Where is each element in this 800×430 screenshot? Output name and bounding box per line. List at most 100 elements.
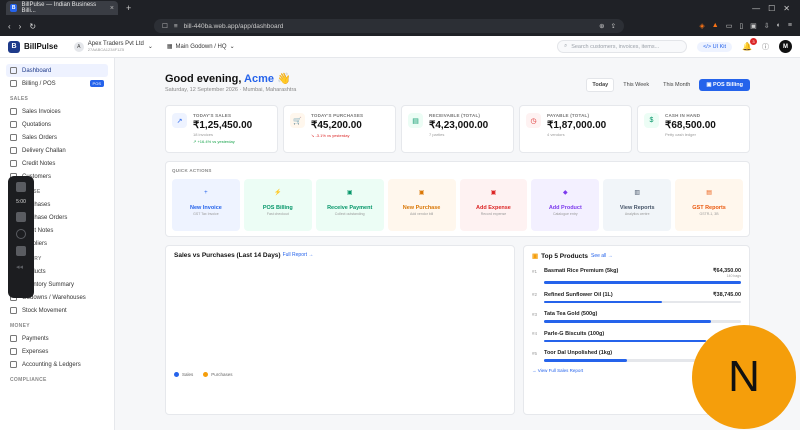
period-today[interactable]: Today: [586, 78, 615, 92]
legend-sales[interactable]: Sales: [174, 372, 193, 378]
sidebar-item-dashboard[interactable]: Dashboard: [6, 64, 108, 77]
quick-action-receive-payment[interactable]: ▣ Receive Payment Collect outstanding: [315, 179, 384, 231]
quick-actions-title: QUICK ACTIONS: [172, 168, 212, 173]
back-icon[interactable]: ‹: [8, 22, 11, 31]
quick-action-pos-billing[interactable]: ⚡ POS Billing Fast checkout: [243, 179, 312, 231]
period-selector: Today This Week This Month ▣ POS Billing: [586, 78, 750, 92]
pause-icon[interactable]: [16, 212, 26, 222]
menu-icon[interactable]: ≡: [788, 22, 792, 30]
product-row[interactable]: #3 Tata Tea Gold (500g): [532, 311, 741, 323]
trash-icon[interactable]: [16, 246, 26, 256]
stat-icon: ◷: [526, 113, 541, 128]
global-search[interactable]: ⌕ Search customers, invoices, items...: [557, 40, 688, 53]
help-icon[interactable]: ⓘ: [762, 42, 769, 52]
tab-bar: B BillPulse — Indian Business Billi... ×…: [0, 0, 800, 16]
chevron-down-icon: ⌄: [147, 44, 153, 50]
reload-icon[interactable]: ↻: [29, 22, 36, 31]
bookmark-list-icon[interactable]: ▯: [739, 22, 743, 30]
product-row[interactable]: #2 Refined Sunflower Oil (1L) ₹38,745.00: [532, 292, 741, 303]
quick-action-gst-reports[interactable]: ▤ GST Reports GSTR-1, 3B: [675, 179, 743, 231]
download-icon[interactable]: ⇩: [764, 22, 770, 30]
brave-rewards-icon[interactable]: ▲: [712, 22, 719, 30]
sidebar-toggle-icon[interactable]: ▭: [726, 22, 733, 30]
url-field[interactable]: ☐ ≡ bill-440ba.web.app/app/dashboard ⊕ ⇪: [154, 19, 625, 33]
wallet-icon[interactable]: ▣: [750, 22, 757, 30]
site-info-icon[interactable]: ≡: [174, 23, 178, 30]
bottom-row: Sales vs Purchases (Last 14 Days) Full R…: [165, 245, 750, 415]
sidebar-item-delivery-challan[interactable]: Delivery Challan: [6, 144, 108, 157]
company-switcher[interactable]: A Apex Traders Pvt Ltd 27AABCA1234F1Z5 ⌄: [73, 41, 153, 52]
quick-action-subtext: Analytics centre: [624, 212, 650, 216]
quick-action-new-purchase[interactable]: ▣ New Purchase Add vendor bill: [387, 179, 456, 231]
sidebar-item-quotations[interactable]: Quotations: [6, 118, 108, 131]
extension-icon[interactable]: ◐: [777, 22, 781, 30]
notifications-button[interactable]: 🔔 3: [742, 38, 757, 51]
sidebar-item-accounting-ledgers[interactable]: Accounting & Ledgers: [6, 358, 108, 371]
new-tab-button[interactable]: +: [122, 3, 131, 13]
sidebar-item-sales-invoices[interactable]: Sales Invoices: [6, 105, 108, 118]
user-avatar[interactable]: M: [779, 40, 792, 53]
sidebar-section-title: SALES: [10, 96, 29, 102]
stat-card[interactable]: $ CASH IN HAND ₹68,500.00 Petty cash ledger: [637, 105, 750, 153]
app-logo[interactable]: B BillPulse: [8, 40, 58, 53]
legend-purchases[interactable]: Purchases: [203, 372, 233, 378]
restart-icon[interactable]: [16, 229, 26, 239]
sidebar-item-expenses[interactable]: Expenses: [6, 345, 108, 358]
greeting-title: Good evening, Acme 👋: [165, 72, 296, 85]
collapse-icon[interactable]: ◂◂: [16, 263, 26, 273]
stat-body: TODAY'S PURCHASES ₹45,200.00 ↘ -3.1% vs ye…: [311, 113, 363, 145]
quick-actions-row: + New Invoice GST Tax Invoice ⚡ POS Billing F…: [172, 179, 743, 231]
close-window-icon[interactable]: ✕: [783, 4, 790, 13]
stat-value: ₹45,200.00: [311, 120, 362, 131]
ui-kit-button[interactable]: </> UI Kit: [697, 41, 733, 52]
browser-tab[interactable]: B BillPulse — Indian Business Billi... ×: [6, 1, 118, 15]
close-tab-icon[interactable]: ×: [110, 5, 114, 12]
product-rank: #5: [532, 350, 538, 356]
search-icon: ⌕: [564, 43, 568, 49]
product-line: #2 Refined Sunflower Oil (1L) ₹38,745.00: [532, 292, 741, 298]
quick-action-add-product[interactable]: ◆ Add Product Catalogue entry: [531, 179, 600, 231]
sidebar-item-label: Quotations: [22, 121, 52, 128]
product-row[interactable]: #1 Basmati Rice Premium (5kg) ₹64,350.00 14…: [532, 268, 741, 284]
minimize-icon[interactable]: —: [752, 4, 760, 13]
full-report-link[interactable]: Full Report →: [283, 252, 314, 259]
quick-action-icon: ◆: [563, 190, 568, 196]
stop-record-icon[interactable]: [16, 182, 26, 192]
stat-card[interactable]: ↗ TODAY'S SALES ₹1,25,450.00 18 invoices ↗ +…: [165, 105, 278, 153]
stat-trend: ↘ -3.1% vs yesterday: [311, 133, 350, 138]
period-month[interactable]: This Month: [658, 79, 695, 91]
bookmark-icon[interactable]: ☐: [162, 22, 168, 30]
sidebar-item-sales-orders[interactable]: Sales Orders: [6, 131, 108, 144]
stat-label: TODAY'S SALES: [193, 113, 232, 118]
search-input[interactable]: Search customers, invoices, items...: [571, 44, 659, 50]
quick-action-label: POS Billing: [262, 205, 293, 211]
quick-action-icon: ▥: [634, 190, 641, 196]
godown-selector[interactable]: ▦ Main Godown / HQ ⌄: [167, 43, 235, 51]
logo-icon: B: [8, 40, 20, 53]
pos-badge: POS: [89, 80, 104, 87]
quick-action-new-invoice[interactable]: + New Invoice GST Tax Invoice: [172, 179, 240, 231]
sidebar-item-billing-pos[interactable]: Billing / POS POS: [6, 77, 108, 90]
sidebar-item-stock-movement[interactable]: Stock Movement: [6, 304, 108, 317]
stat-value: ₹4,23,000.00: [429, 120, 489, 131]
maximize-icon[interactable]: ☐: [768, 4, 775, 13]
product-line: #3 Tata Tea Gold (500g): [532, 311, 741, 317]
quick-action-add-expense[interactable]: ▣ Add Expense Record expense: [459, 179, 528, 231]
zoom-icon[interactable]: ⊕: [599, 22, 604, 30]
forward-icon[interactable]: ›: [19, 22, 22, 31]
stat-card[interactable]: ▤ RECEIVABLE (TOTAL) ₹4,23,000.00 7 parties: [401, 105, 514, 153]
stat-card[interactable]: 🛒 TODAY'S PURCHASES ₹45,200.00 ↘ -3.1% vs y…: [283, 105, 396, 153]
sidebar-item-credit-notes[interactable]: Credit Notes: [6, 157, 108, 170]
quick-action-subtext: GSTR-1, 3B: [699, 212, 719, 216]
see-all-link[interactable]: See all →: [591, 253, 613, 259]
app-window: B BillPulse A Apex Traders Pvt Ltd 27AAB…: [0, 36, 800, 430]
period-week[interactable]: This Week: [618, 79, 654, 91]
recorder-toolbar: 5:00 ◂◂: [8, 176, 34, 298]
brave-shield-icon[interactable]: ◈: [699, 22, 704, 30]
stat-card[interactable]: ◷ PAYABLE (TOTAL) ₹1,87,000.00 4 vendors: [519, 105, 632, 153]
quick-action-view-reports[interactable]: ▥ View Reports Analytics centre: [603, 179, 672, 231]
stat-body: RECEIVABLE (TOTAL) ₹4,23,000.00 7 parties: [429, 113, 488, 145]
share-icon[interactable]: ⇪: [611, 22, 616, 30]
pos-billing-button[interactable]: ▣ POS Billing: [699, 79, 750, 91]
sidebar-item-payments[interactable]: Payments: [6, 332, 108, 345]
